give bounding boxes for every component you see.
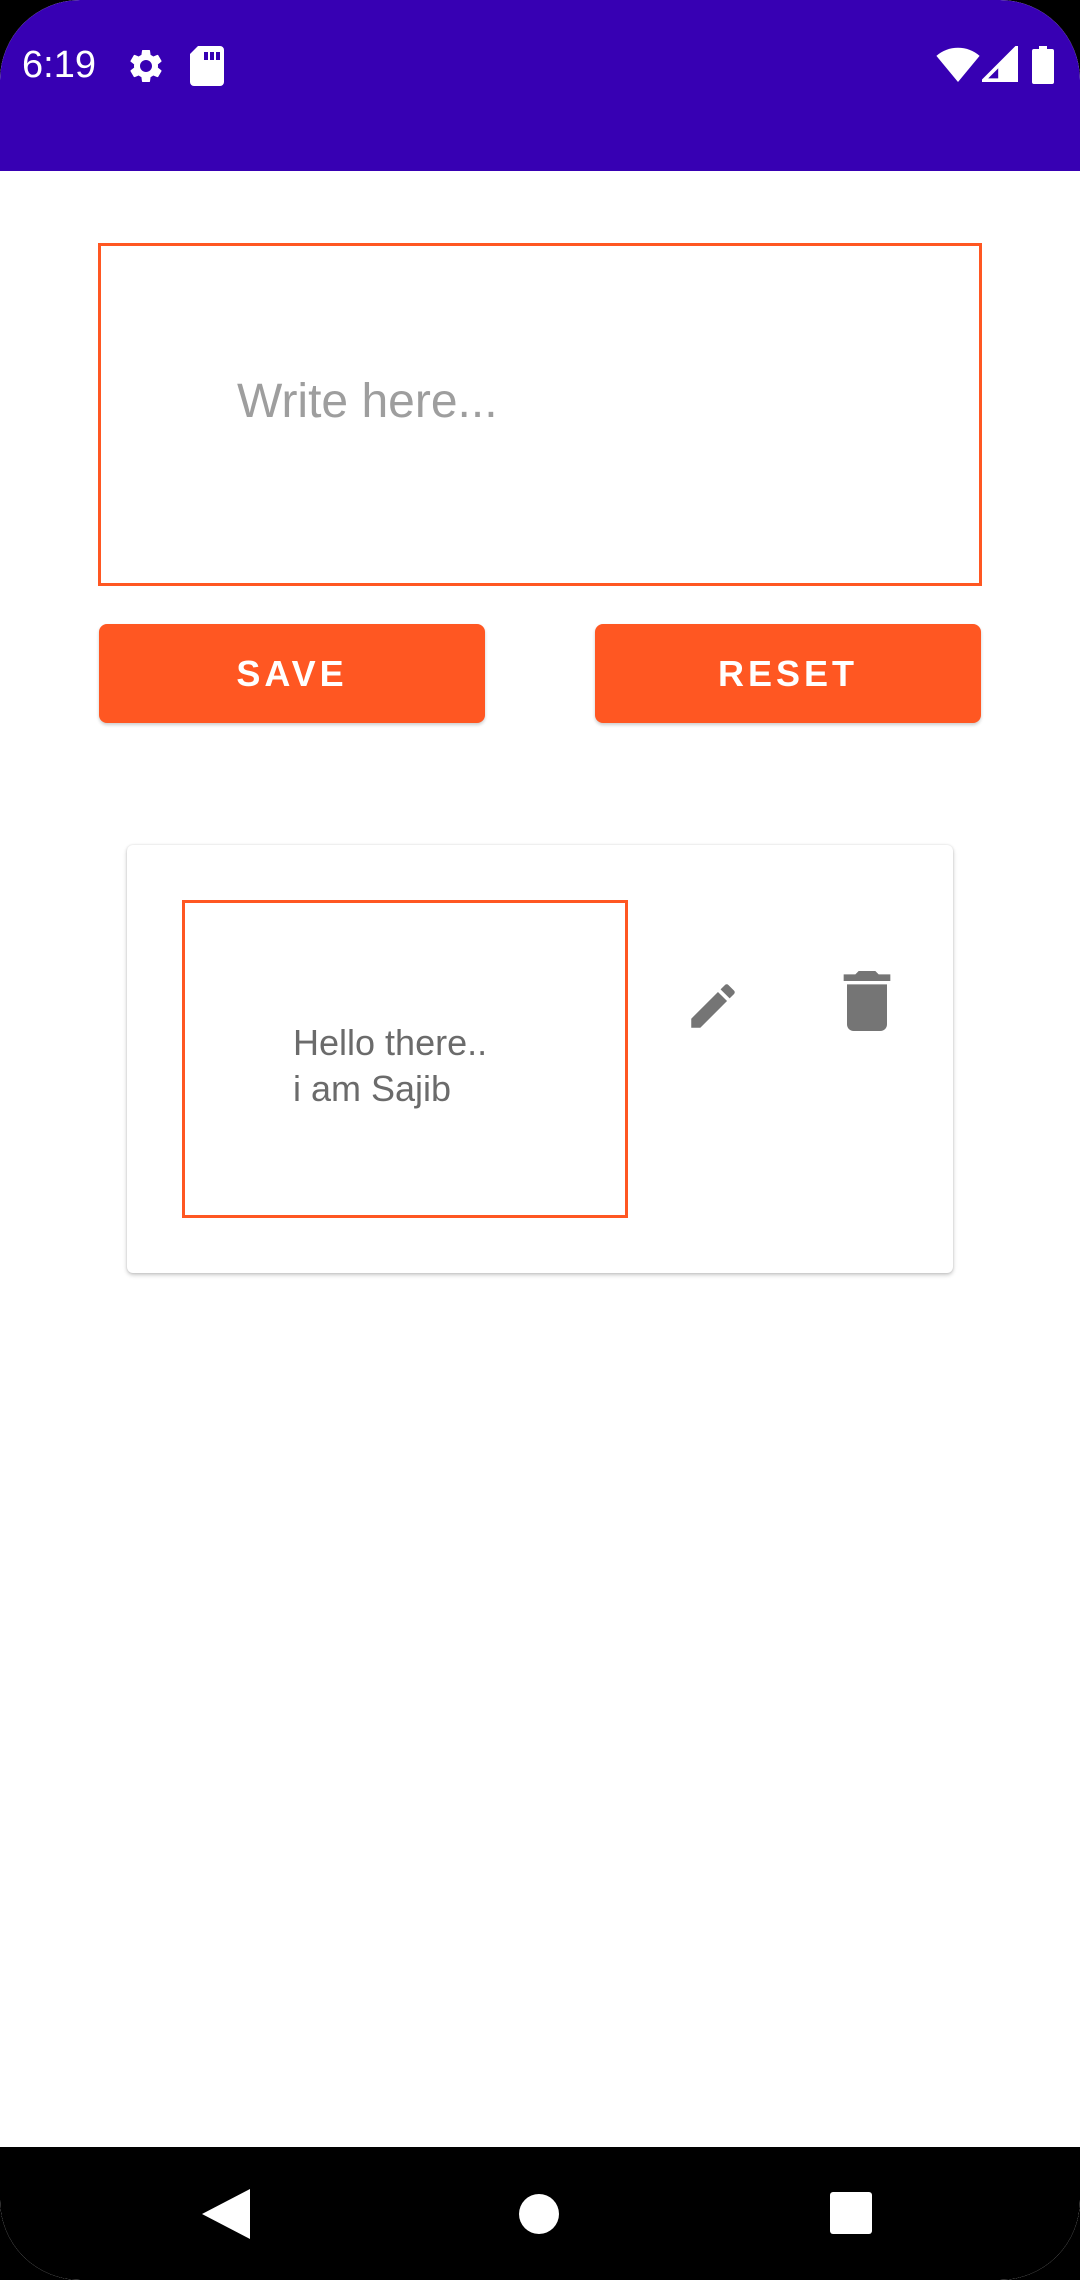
battery-icon (1032, 46, 1054, 89)
gear-icon (126, 46, 166, 91)
save-button[interactable]: SAVE (99, 624, 485, 723)
edit-icon[interactable] (684, 977, 742, 1040)
signal-icon (979, 43, 1018, 87)
note-card: Hello there.. i am Sajib (127, 845, 953, 1273)
note-text: Hello there.. i am Sajib (293, 1022, 488, 1109)
app-screen: 6:19 SAVE RESET Hello there.. i am Sajib (0, 0, 1080, 2280)
note-input[interactable] (237, 366, 917, 436)
sd-card-icon (190, 46, 224, 91)
back-icon[interactable] (202, 2189, 250, 2244)
delete-icon[interactable] (841, 971, 893, 1036)
navigation-bar (0, 2147, 1080, 2280)
note-text-container: Hello there.. i am Sajib (182, 900, 628, 1218)
recents-icon[interactable] (829, 2191, 873, 2240)
wifi-icon (936, 46, 980, 87)
status-bar: 6:19 (0, 0, 1080, 171)
note-input-container (98, 243, 982, 586)
home-icon[interactable] (518, 2193, 560, 2240)
reset-button[interactable]: RESET (595, 624, 981, 723)
status-time: 6:19 (22, 44, 96, 86)
